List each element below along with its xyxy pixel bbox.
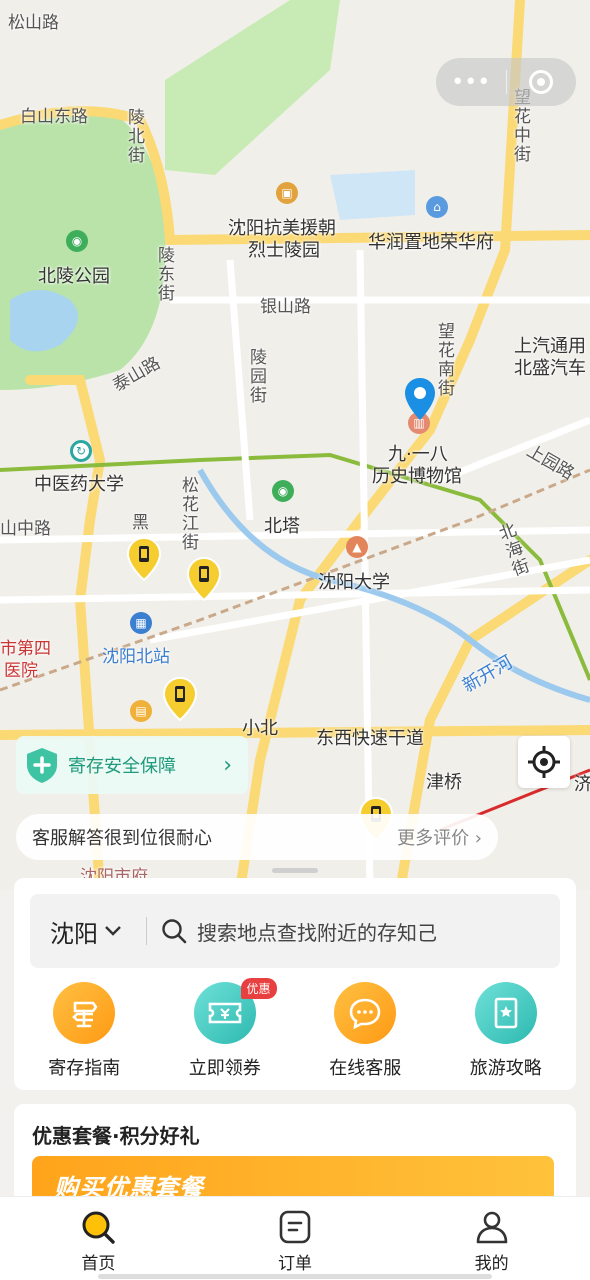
status-bar [0,0,590,44]
home-indicator[interactable] [98,1274,492,1279]
tab-bar: 首页 订单 我的 [0,1196,590,1280]
park-poi-icon: ◉ [66,230,88,252]
more-dots-icon[interactable]: ••• [436,58,506,106]
map-label: 白山东路 [20,107,88,127]
promo-section: 优惠套餐·积分好礼 购买优惠套餐 [14,1104,576,1204]
panel-drag-handle[interactable] [272,868,318,873]
map-label: 津桥 [426,772,462,793]
tab-orders[interactable]: 订单 [197,1197,394,1280]
map-label: 济 [574,774,590,795]
map-label: 北盛汽车 [514,358,586,379]
locate-button[interactable] [518,736,570,788]
university-poi-icon: ▲ [346,536,368,558]
review-text: 客服解答很到位很耐心 [32,828,212,849]
map-label: 沈阳大学 [318,572,390,593]
map-label: 中医药大学 [34,474,124,495]
search-row: 沈阳 搜索地点查找附近的存知己 [30,894,560,968]
map-label: 医院 [4,661,38,681]
map-label: 陵东街 [154,246,174,303]
quick-action-storage-guide[interactable]: 寄存指南 [14,982,155,1080]
map-label: 东西快速干道 [316,728,424,749]
metro-poi-icon: ↻ [70,440,92,462]
search-panel: 沈阳 搜索地点查找附近的存知己 寄存指南 优惠 立即领券 在线客服 旅游攻略 [14,878,576,1090]
search-home-icon [82,1211,116,1244]
quick-action-coupon[interactable]: 优惠 立即领券 [155,978,296,1080]
quick-action-label: 立即领券 [188,1058,261,1079]
quick-action-customer-service[interactable]: 在线客服 [295,982,436,1080]
location-pin-icon[interactable] [403,376,437,422]
chat-bubble-icon [334,982,397,1044]
tab-label: 我的 [474,1254,509,1274]
safety-guarantee-label: 寄存安全保障 [68,756,176,777]
search-icon [162,919,187,944]
safety-guarantee-banner[interactable]: 寄存安全保障 › [16,736,248,794]
map-label: 烈士陵园 [248,240,320,261]
map-label: 历史博物馆 [372,466,462,487]
tab-label: 首页 [81,1254,116,1274]
target-close-icon[interactable] [507,58,577,106]
guidebook-icon [474,982,537,1044]
map-label: 陵北街 [124,108,144,165]
city-name: 沈阳 [50,919,98,948]
promo-title: 优惠套餐·积分好礼 [32,1124,200,1148]
map-label: 陵园街 [246,348,266,405]
coupon-badge: 优惠 [240,978,277,999]
map-label: 松花江街 [178,476,198,552]
search-placeholder: 搜索地点查找附近的存知己 [197,920,437,945]
chevron-right-icon: › [223,752,232,778]
quick-action-label: 旅游攻略 [469,1058,542,1079]
locate-crosshair-icon [528,746,560,778]
tab-profile[interactable]: 我的 [393,1197,590,1280]
more-reviews-link[interactable]: 更多评价 › [397,824,482,850]
train-station-icon: ▦ [130,612,152,634]
map-label: 小北 [242,718,278,739]
map-label: 沈阳北站 [102,647,170,667]
storage-marker-icon[interactable] [126,536,162,582]
residence-poi-icon: ⌂ [426,196,448,218]
pagoda-poi-icon: ◉ [272,480,294,502]
search-input[interactable]: 搜索地点查找附近的存知己 [147,917,560,946]
map-label: 华润置地荣华府 [368,232,494,253]
memorial-poi-icon: ▣ [276,182,298,204]
profile-icon [476,1211,507,1244]
map-label: 北陵公园 [38,266,110,287]
signpost-icon [53,982,116,1044]
quick-action-travel-guide[interactable]: 旅游攻略 [436,982,577,1080]
map-label: 山中路 [0,519,51,539]
quick-action-label: 在线客服 [329,1058,402,1079]
storage-marker-icon[interactable] [162,676,198,722]
quick-action-label: 寄存指南 [48,1058,121,1079]
chevron-down-icon [105,926,121,936]
map-label: 银山路 [260,297,311,317]
map-label: 松山路 [8,13,59,33]
shield-plus-icon [16,736,68,794]
miniprogram-capsule[interactable]: ••• [436,58,576,106]
building-poi-icon: ▤ [130,700,152,722]
order-icon [279,1210,311,1244]
review-strip[interactable]: 客服解答很到位很耐心 更多评价 › [16,814,498,860]
map-view[interactable]: 松山路 白山东路 陵北街 望花中街 沈阳抗美援朝 烈士陵园 华润置地荣华府 北陵… [0,0,590,890]
map-label: 黑 [132,513,149,533]
tab-label: 订单 [278,1254,312,1274]
tab-home[interactable]: 首页 [0,1197,197,1280]
city-selector[interactable]: 沈阳 [30,914,146,949]
storage-marker-icon[interactable] [186,556,222,602]
quick-actions: 寄存指南 优惠 立即领券 在线客服 旅游攻略 [14,978,577,1080]
map-label: 北塔 [264,516,300,537]
